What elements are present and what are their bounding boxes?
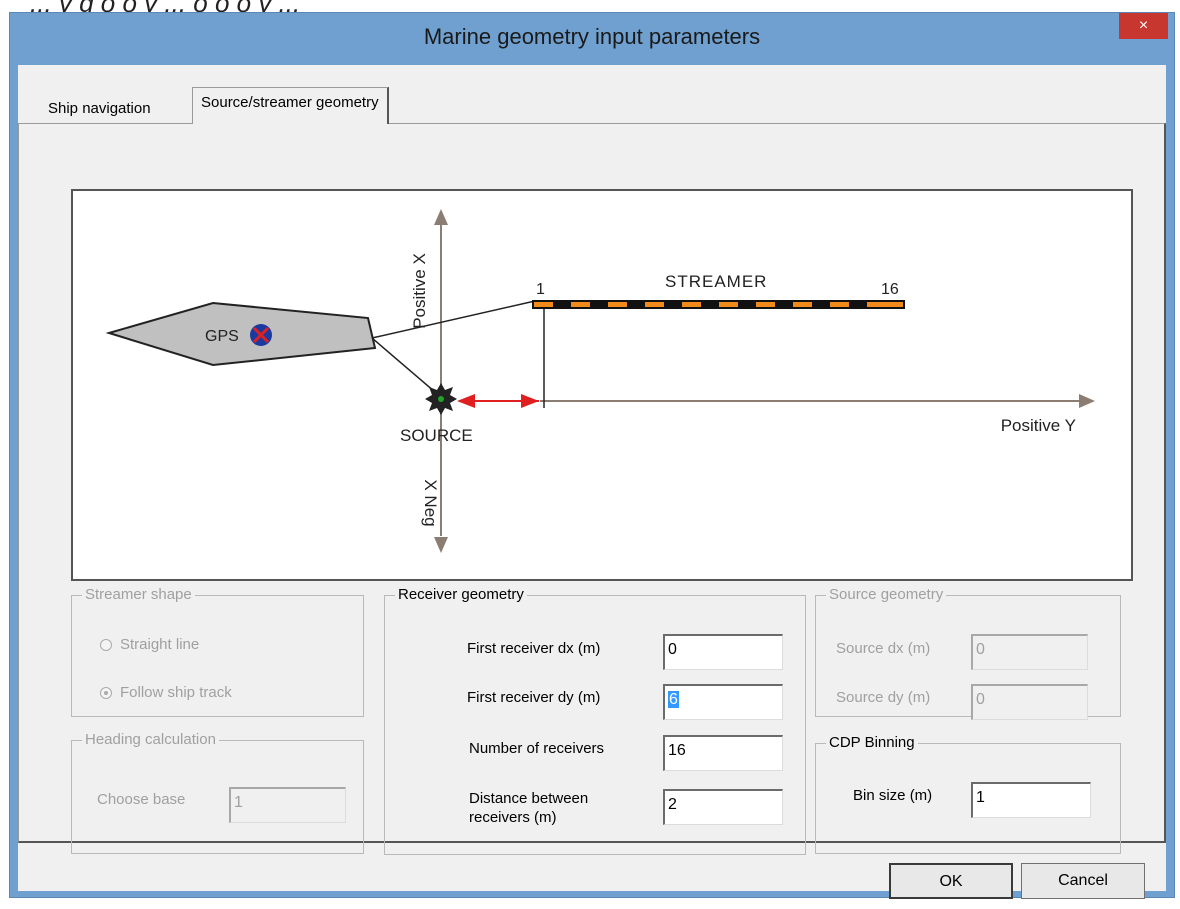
positive-y-label: Positive Y bbox=[1001, 416, 1076, 435]
distance-between-label-line1: Distance between bbox=[469, 790, 589, 807]
source-dx-label: Source dx (m) bbox=[836, 640, 931, 657]
source-dx-field[interactable]: 0 bbox=[971, 634, 1088, 670]
cdp-binning-legend: CDP Binning bbox=[826, 734, 918, 752]
choose-base-field[interactable]: 1 bbox=[229, 787, 346, 823]
positive-x-arrowhead bbox=[434, 209, 448, 225]
source-geometry-group: Source geometry Source dx (m) 0 Source d… bbox=[815, 586, 1121, 720]
cdp-binning-group: CDP Binning Bin size (m) 1 bbox=[815, 734, 1121, 854]
positive-y-arrowhead bbox=[1079, 394, 1095, 408]
tab-source-streamer-geometry[interactable]: Source/streamer geometry bbox=[192, 87, 389, 124]
tab-ship-navigation[interactable]: Ship navigation bbox=[40, 95, 159, 124]
streamer-shape-group: Streamer shape Straight line Follow ship… bbox=[71, 586, 364, 717]
first-receiver-number: 1 bbox=[536, 281, 545, 298]
number-of-receivers-label: Number of receivers bbox=[469, 740, 605, 757]
first-receiver-dy-field[interactable]: 6 bbox=[663, 684, 783, 720]
gps-marker-icon bbox=[250, 324, 272, 346]
number-of-receivers-field[interactable]: 16 bbox=[663, 735, 783, 771]
dialog-window: Marine geometry input parameters × Ship … bbox=[9, 12, 1175, 899]
x-neg-label: X Neg bbox=[421, 479, 440, 526]
negative-x-arrowhead bbox=[434, 537, 448, 553]
first-receiver-dx-field[interactable]: 0 bbox=[663, 634, 783, 670]
bin-size-label: Bin size (m) bbox=[853, 787, 933, 804]
ship-shape bbox=[105, 301, 377, 367]
offset-arrow-left-head bbox=[457, 394, 475, 408]
last-receiver-number: 16 bbox=[881, 281, 899, 298]
distance-between-label-line2: receivers (m) bbox=[469, 809, 557, 826]
heading-calculation-group: Heading calculation Choose base 1 bbox=[71, 731, 364, 854]
source-burst-icon bbox=[425, 383, 457, 415]
source-dy-label: Source dy (m) bbox=[836, 689, 931, 706]
close-button[interactable]: × bbox=[1119, 13, 1168, 39]
straight-line-radio[interactable] bbox=[100, 639, 112, 651]
follow-ship-track-label[interactable]: Follow ship track bbox=[120, 684, 232, 702]
streamer-tow-line bbox=[371, 300, 536, 339]
source-tow-line bbox=[371, 337, 436, 393]
streamer-label: STREAMER bbox=[665, 272, 767, 291]
follow-ship-track-radio[interactable] bbox=[100, 687, 112, 699]
first-receiver-dy-value: 6 bbox=[668, 691, 679, 708]
first-receiver-dx-label: First receiver dx (m) bbox=[467, 640, 601, 657]
receiver-geometry-group: Receiver geometry First receiver dx (m) … bbox=[384, 586, 806, 855]
streamer-shape-legend: Streamer shape bbox=[82, 586, 195, 604]
cancel-button[interactable]: Cancel bbox=[1021, 863, 1145, 899]
receiver-geometry-legend: Receiver geometry bbox=[395, 586, 527, 604]
dialog-client-area: Ship navigation Source/streamer geometry… bbox=[18, 65, 1166, 899]
dialog-title: Marine geometry input parameters bbox=[423, 24, 761, 49]
first-receiver-dy-label: First receiver dy (m) bbox=[467, 689, 601, 706]
heading-calculation-legend: Heading calculation bbox=[82, 731, 219, 749]
diagram-canvas: Positive X X Neg Positive Y GPS SOURCE S… bbox=[105, 209, 1095, 553]
gps-label: GPS bbox=[205, 328, 239, 345]
straight-line-label[interactable]: Straight line bbox=[120, 636, 199, 654]
bin-size-field[interactable]: 1 bbox=[971, 782, 1091, 818]
close-icon: × bbox=[1138, 17, 1149, 34]
offset-arrow-right-head bbox=[521, 394, 539, 408]
ok-button[interactable]: OK bbox=[889, 863, 1013, 899]
geometry-diagram: Positive X X Neg Positive Y GPS SOURCE S… bbox=[71, 189, 1133, 581]
positive-x-label: Positive X bbox=[410, 253, 429, 329]
title-bar[interactable]: Marine geometry input parameters × bbox=[10, 13, 1174, 63]
choose-base-label: Choose base bbox=[97, 791, 186, 808]
source-geometry-legend: Source geometry bbox=[826, 586, 947, 604]
source-label: SOURCE bbox=[400, 426, 473, 445]
distance-between-receivers-field[interactable]: 2 bbox=[663, 789, 783, 825]
source-dy-field[interactable]: 0 bbox=[971, 684, 1088, 720]
